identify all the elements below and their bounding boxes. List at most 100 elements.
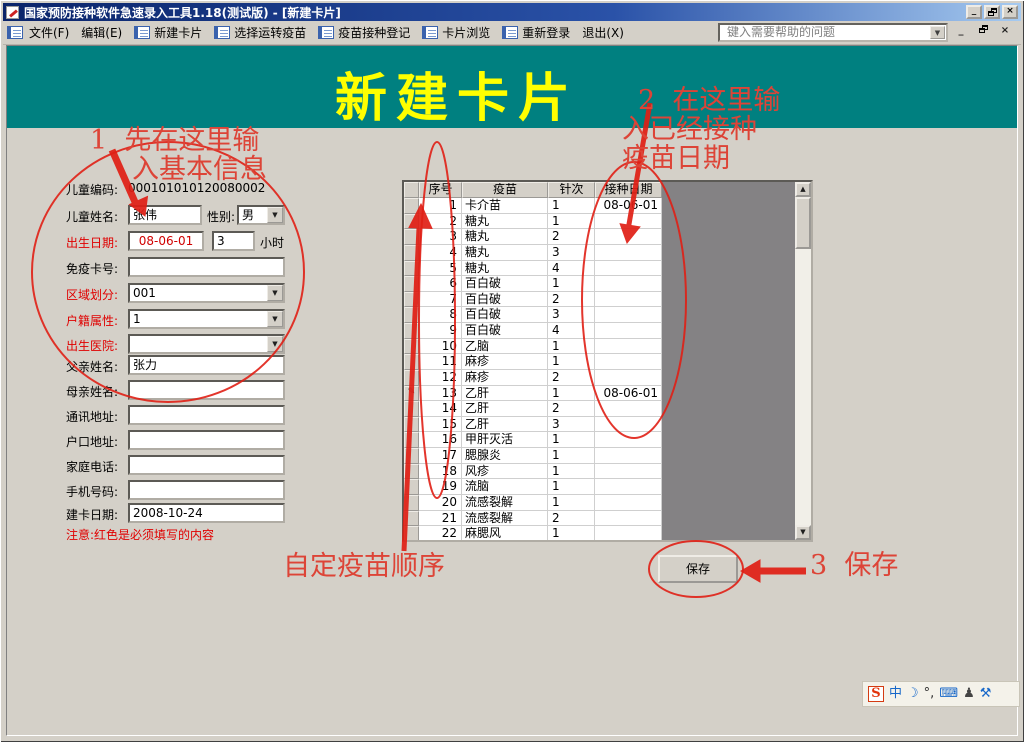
scrollbar-thumb[interactable] <box>795 197 811 249</box>
row-no-cell[interactable]: 12 <box>419 370 462 386</box>
row-date-cell[interactable] <box>595 229 662 245</box>
handwriting-icon[interactable]: ♟ <box>963 686 975 702</box>
table-row[interactable]: 17腮腺炎1 <box>404 448 811 464</box>
table-row[interactable]: 18风疹1 <box>404 464 811 480</box>
mdi-child-icon[interactable] <box>7 26 23 39</box>
row-no-cell[interactable]: 3 <box>419 229 462 245</box>
row-selector[interactable] <box>404 276 419 292</box>
mobile-phone-input[interactable] <box>128 480 285 500</box>
row-vaccine-cell[interactable]: 流脑 <box>462 479 548 495</box>
row-selector[interactable] <box>404 495 419 511</box>
table-row[interactable]: 5糖丸4 <box>404 261 811 277</box>
row-vaccine-cell[interactable]: 麻腮风 <box>462 526 548 542</box>
row-vaccine-cell[interactable]: 百白破 <box>462 323 548 339</box>
table-row[interactable]: 2糖丸1 <box>404 214 811 230</box>
row-vaccine-cell[interactable]: 乙肝 <box>462 417 548 433</box>
row-date-cell[interactable]: 08-06-01 <box>595 198 662 214</box>
row-no-cell[interactable]: 10 <box>419 339 462 355</box>
close-button[interactable]: × <box>1002 5 1018 19</box>
table-row[interactable]: 4糖丸3 <box>404 245 811 261</box>
chevron-down-icon[interactable]: ▼ <box>267 311 283 327</box>
chevron-down-icon[interactable]: ▼ <box>267 336 283 352</box>
row-no-cell[interactable]: 5 <box>419 261 462 277</box>
row-vaccine-cell[interactable]: 卡介苗 <box>462 198 548 214</box>
row-vaccine-cell[interactable]: 腮腺炎 <box>462 448 548 464</box>
row-dose-cell[interactable]: 3 <box>548 417 595 433</box>
row-date-cell[interactable] <box>595 307 662 323</box>
table-row[interactable]: 16甲肝灭活1 <box>404 432 811 448</box>
restore-button[interactable] <box>984 5 1000 19</box>
table-row[interactable]: 6百白破1 <box>404 276 811 292</box>
row-vaccine-cell[interactable]: 麻疹 <box>462 354 548 370</box>
row-date-cell[interactable] <box>595 401 662 417</box>
row-selector[interactable] <box>404 307 419 323</box>
row-date-cell[interactable] <box>595 479 662 495</box>
mailing-address-input[interactable] <box>128 405 285 425</box>
scroll-down-icon[interactable]: ▼ <box>795 525 811 540</box>
row-dose-cell[interactable]: 1 <box>548 354 595 370</box>
row-dose-cell[interactable]: 2 <box>548 511 595 527</box>
father-name-input[interactable]: 张力 <box>128 355 285 375</box>
immunity-card-input[interactable] <box>128 257 285 277</box>
menu-file[interactable]: 文件(F) <box>23 22 75 43</box>
row-no-cell[interactable]: 16 <box>419 432 462 448</box>
scroll-up-icon[interactable]: ▲ <box>795 182 811 197</box>
row-dose-cell[interactable]: 1 <box>548 448 595 464</box>
mdi-minimize-button[interactable]: _ <box>953 24 969 39</box>
row-vaccine-cell[interactable]: 糖丸 <box>462 245 548 261</box>
table-row[interactable]: 10乙脑1 <box>404 339 811 355</box>
row-dose-cell[interactable]: 4 <box>548 261 595 277</box>
row-vaccine-cell[interactable]: 乙肝 <box>462 401 548 417</box>
row-dose-cell[interactable]: 1 <box>548 479 595 495</box>
row-dose-cell[interactable]: 1 <box>548 339 595 355</box>
row-dose-cell[interactable]: 2 <box>548 370 595 386</box>
menu-select-vaccine[interactable]: 选择运转疫苗 <box>208 22 312 43</box>
child-name-input[interactable]: 张伟 <box>128 205 202 225</box>
row-selector[interactable] <box>404 432 419 448</box>
table-row[interactable]: 19流脑1 <box>404 479 811 495</box>
row-selector[interactable] <box>404 401 419 417</box>
table-row[interactable]: 12麻疹2 <box>404 370 811 386</box>
chevron-down-icon[interactable]: ▼ <box>267 285 283 301</box>
row-selector[interactable] <box>404 354 419 370</box>
row-date-cell[interactable] <box>595 495 662 511</box>
row-no-cell[interactable]: 18 <box>419 464 462 480</box>
soft-keyboard-icon[interactable]: ⌨ <box>939 686 958 702</box>
table-row[interactable]: 20流感裂解1 <box>404 495 811 511</box>
row-selector[interactable] <box>404 511 419 527</box>
chevron-down-icon[interactable]: ▼ <box>267 207 283 223</box>
row-dose-cell[interactable]: 1 <box>548 495 595 511</box>
birth-date-input[interactable]: 08-06-01 <box>128 231 204 251</box>
row-selector[interactable] <box>404 479 419 495</box>
row-selector[interactable]: ✎ <box>404 386 419 402</box>
row-no-cell[interactable]: 21 <box>419 511 462 527</box>
table-row[interactable]: 15乙肝3 <box>404 417 811 433</box>
row-no-cell[interactable]: 17 <box>419 448 462 464</box>
row-no-cell[interactable]: 15 <box>419 417 462 433</box>
ime-language-bar[interactable]: S中☽°,⌨♟⚒ <box>862 681 1020 707</box>
table-row[interactable]: 9百白破4 <box>404 323 811 339</box>
row-vaccine-cell[interactable]: 风疹 <box>462 464 548 480</box>
row-selector[interactable] <box>404 464 419 480</box>
row-date-cell[interactable]: 08-06-01 <box>595 386 662 402</box>
table-row[interactable]: 14乙肝2 <box>404 401 811 417</box>
table-row[interactable]: 7百白破2 <box>404 292 811 308</box>
chinese-mode-icon[interactable]: 中 <box>889 686 902 702</box>
birth-hour-input[interactable]: 3 <box>212 231 255 251</box>
row-selector[interactable] <box>404 214 419 230</box>
row-vaccine-cell[interactable]: 百白破 <box>462 307 548 323</box>
table-row[interactable]: 11麻疹1 <box>404 354 811 370</box>
row-selector[interactable] <box>404 261 419 277</box>
row-dose-cell[interactable]: 1 <box>548 386 595 402</box>
save-button[interactable]: 保存 <box>658 555 738 583</box>
row-vaccine-cell[interactable]: 流感裂解 <box>462 495 548 511</box>
row-dose-cell[interactable]: 1 <box>548 432 595 448</box>
row-selector[interactable] <box>404 339 419 355</box>
table-row[interactable]: 21流感裂解2 <box>404 511 811 527</box>
row-dose-cell[interactable]: 1 <box>548 276 595 292</box>
menu-new-card[interactable]: 新建卡片 <box>128 22 208 43</box>
table-row[interactable]: 3糖丸2 <box>404 229 811 245</box>
row-date-cell[interactable] <box>595 261 662 277</box>
row-date-cell[interactable] <box>595 417 662 433</box>
menu-exit[interactable]: 退出(X) <box>576 22 630 43</box>
